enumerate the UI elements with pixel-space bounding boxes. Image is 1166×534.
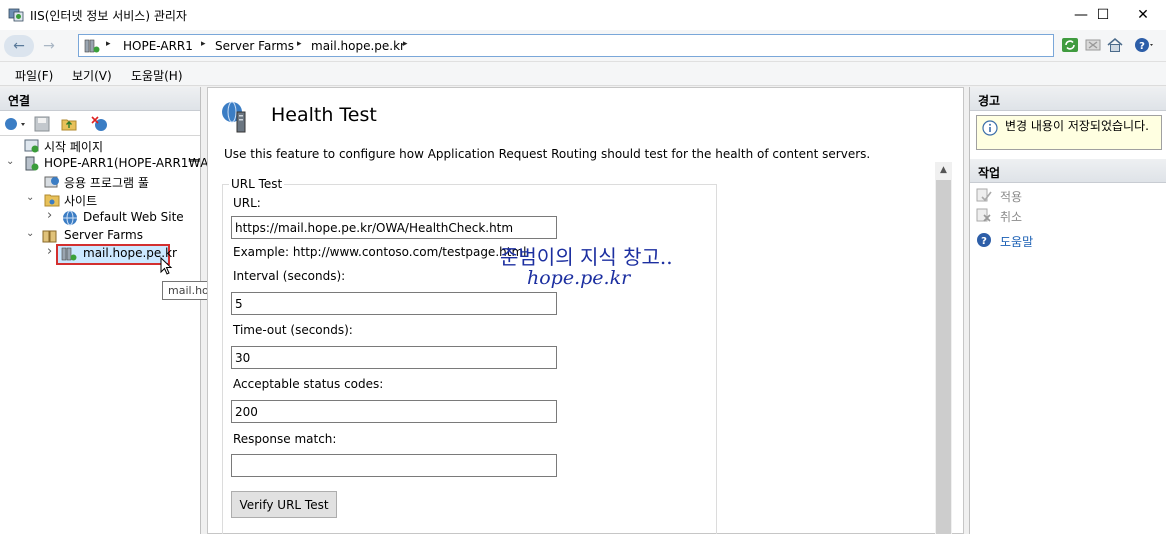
connections-panel: 연결 시작 페이지 ⌄ HOPE-ARR1(HOPE-ARR1₩Ac 응용 프로… [0,87,215,534]
start-page-icon [24,139,39,153]
feature-content: Health Test Use this feature to configur… [207,87,964,534]
tree-item-label: HOPE-ARR1(HOPE-ARR1₩Ac [44,156,215,170]
breadcrumb-separator: ▸ [297,39,302,49]
tree-item-server[interactable]: ⌄ HOPE-ARR1(HOPE-ARR1₩Ac [0,155,215,173]
connections-header: 연결 [0,87,200,111]
scroll-up-icon[interactable]: ▲ [935,162,952,179]
action-label: 적용 [1000,190,1023,204]
stop-icon[interactable] [1084,36,1102,54]
back-button[interactable]: ← [4,35,34,57]
mouse-cursor-icon [160,257,173,275]
status-codes-input[interactable] [231,400,557,423]
navigation-bar: ← → ▸ HOPE-ARR1 ▸ Server Farms ▸ mail.ho… [0,30,1166,62]
alerts-header: 경고 [970,87,1166,111]
interval-label: Interval (seconds): [233,269,346,283]
forward-button[interactable]: → [34,35,64,57]
refresh-icon[interactable] [1061,36,1079,54]
tree-item-sites[interactable]: ⌄ 사이트 [0,191,200,209]
tree-item-app-pools[interactable]: 응용 프로그램 풀 [0,173,200,191]
sites-folder-icon [44,194,60,207]
connect-icon[interactable] [4,116,26,132]
scrollbar-thumb[interactable] [936,180,951,534]
delete-connection-icon[interactable] [91,116,109,132]
url-label: URL: [233,196,261,210]
window-title: IIS(인터넷 정보 서비스) 관리자 [30,9,187,23]
menu-help[interactable]: 도움말(H) [131,67,183,84]
up-folder-icon[interactable] [61,116,77,132]
action-label: 취소 [1000,210,1023,224]
globe-icon [63,210,77,226]
health-test-icon [222,101,246,133]
url-input[interactable] [231,216,557,239]
server-farms-icon [42,230,57,243]
svg-text:?: ? [981,236,987,247]
page-title: Health Test [271,104,377,126]
apply-icon [976,188,992,202]
iis-manager-icon [8,8,24,22]
tree-item-start-page[interactable]: 시작 페이지 [0,137,200,155]
timeout-label: Time-out (seconds): [233,323,353,337]
actions-panel: 경고 변경 내용이 저장되었습니다. 작업 적용 취소 ? 도움말 [969,87,1166,534]
breadcrumb-separator: ▸ [106,39,111,49]
breadcrumb-farm[interactable]: mail.hope.pe.kr [311,39,405,53]
tree-item-label: 사이트 [64,194,98,208]
alert-text: 변경 내용이 저장되었습니다. [1005,119,1149,133]
info-icon [982,120,998,136]
tree-item-server-farms[interactable]: ⌄ Server Farms [0,227,200,245]
menu-file[interactable]: 파일(F) [15,67,53,84]
save-icon[interactable] [34,116,50,132]
tree-item-label: 응용 프로그램 풀 [64,176,149,190]
expand-icon[interactable]: › [47,208,52,223]
home-icon[interactable] [1106,36,1124,54]
breadcrumb-server[interactable]: HOPE-ARR1 [123,39,193,53]
address-bar[interactable]: ▸ HOPE-ARR1 ▸ Server Farms ▸ mail.hope.p… [78,34,1054,57]
help-icon: ? [977,233,991,247]
feature-description: Use this feature to configure how Applic… [224,147,871,161]
tree-item-label: Server Farms [64,228,143,242]
actions-header: 작업 [970,159,1166,183]
cancel-icon [976,208,991,222]
title-bar: IIS(인터넷 정보 서비스) 관리자 — ☐ ✕ [0,0,1166,30]
url-example: Example: http://www.contoso.com/testpage… [233,245,527,259]
expand-icon[interactable]: › [47,244,52,259]
collapse-icon[interactable]: ⌄ [26,192,34,203]
connections-toolbar [0,112,200,136]
timeout-input[interactable] [231,346,557,369]
app-pools-icon [44,176,59,188]
watermark-url: hope.pe.kr [527,267,631,289]
help-dropdown-icon[interactable]: ? [1134,36,1154,54]
tree-item-label: 시작 페이지 [44,140,104,154]
collapse-icon[interactable]: ⌄ [26,228,34,239]
response-match-label: Response match: [233,432,337,446]
menu-bar: 파일(F) 보기(V) 도움말(H) [0,62,1166,86]
verify-url-test-button[interactable]: Verify URL Test [231,491,337,518]
breadcrumb-server-farms[interactable]: Server Farms [215,39,294,53]
interval-input[interactable] [231,292,557,315]
vertical-scrollbar[interactable]: ▲ [935,162,952,534]
server-farm-icon [61,247,77,261]
svg-text:?: ? [1139,41,1145,52]
group-title: URL Test [229,177,285,191]
tree-item-default-web-site[interactable]: › Default Web Site [0,208,200,227]
server-icon [25,156,39,171]
status-codes-label: Acceptable status codes: [233,377,384,391]
alert-message: 변경 내용이 저장되었습니다. [976,115,1162,150]
url-test-group: URL Test URL: Example: http://www.contos… [222,177,717,534]
breadcrumb-separator: ▸ [201,39,206,49]
action-label: 도움말 [1000,235,1034,249]
breadcrumb-separator: ▸ [403,39,408,49]
response-match-input[interactable] [231,454,557,477]
tree-item-label: Default Web Site [83,210,184,224]
collapse-icon[interactable]: ⌄ [6,156,14,167]
menu-view[interactable]: 보기(V) [72,67,112,84]
close-button[interactable]: ✕ [1120,0,1166,30]
watermark-text: 준범이의 지식 창고.. [500,245,673,269]
server-farm-icon [84,39,100,53]
